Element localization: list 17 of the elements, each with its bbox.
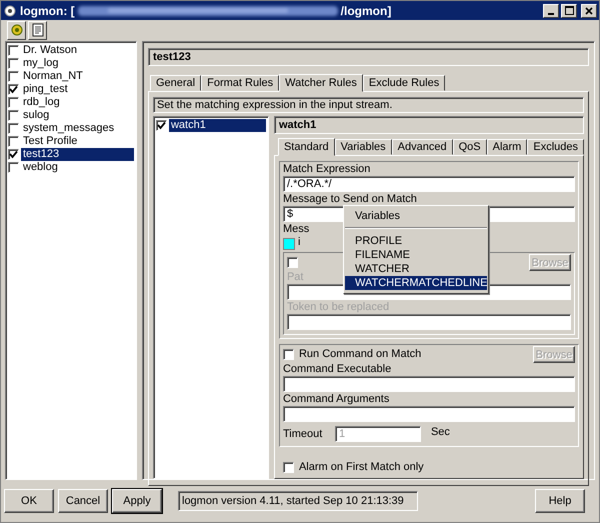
window-title: logmon: [ [20, 4, 75, 18]
field-label: Timeout [282, 428, 324, 441]
menu-title: Variables [354, 209, 402, 224]
profile-header: test123 [148, 48, 589, 66]
hint-text: Set the matching expression in the input stream. [152, 97, 584, 113]
field-label: Message to Send on Match [282, 193, 417, 206]
checkbox-label: Alarm on First Match only [298, 461, 424, 474]
field-label: Match Expression [282, 163, 370, 176]
field-label: Command Arguments [282, 393, 390, 406]
watcher-header: watch1 [274, 116, 584, 134]
field-label: Mess [282, 223, 310, 236]
window-title: /logmon] [340, 4, 392, 18]
field-label: Command Executable [282, 363, 392, 376]
type-text: i [298, 236, 300, 249]
status-text: logmon version 4.11, started Sep 10 21:13:39 [178, 491, 418, 511]
unit-label: Sec [430, 426, 450, 439]
checkbox-label: Run Command on Match [298, 348, 422, 361]
